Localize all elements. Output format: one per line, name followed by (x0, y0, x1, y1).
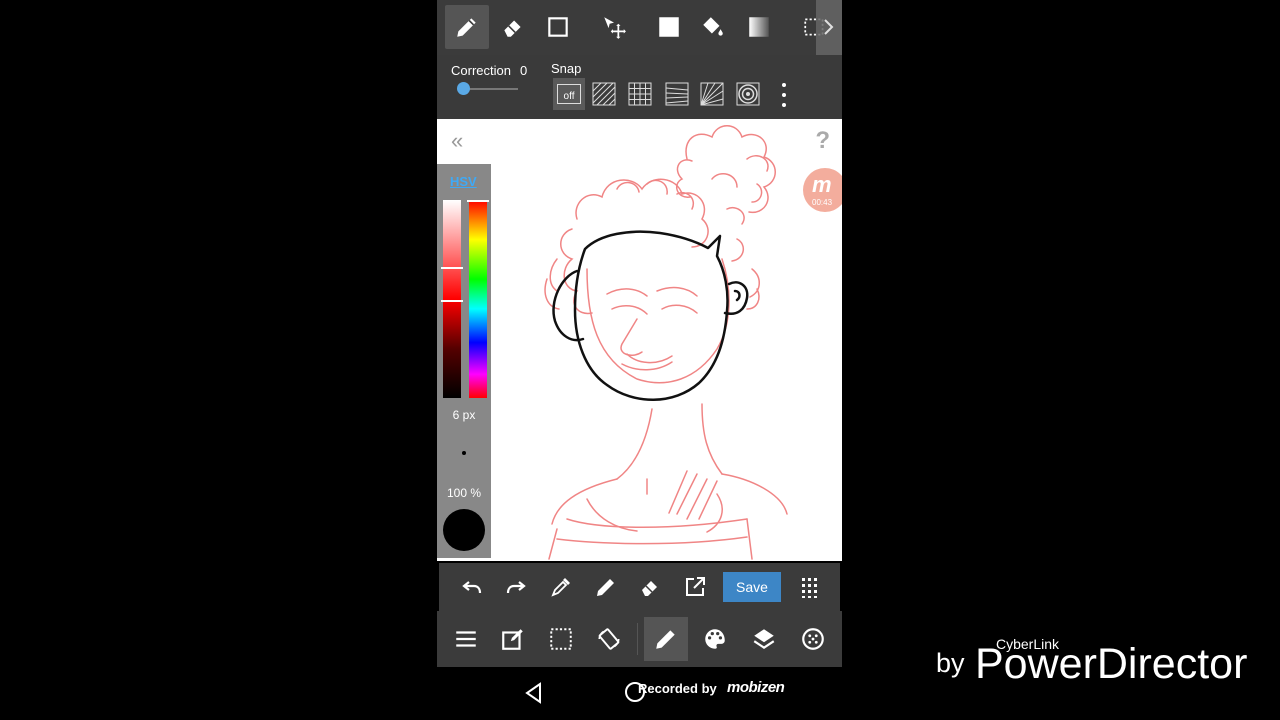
snap-perspective-button[interactable] (661, 78, 693, 110)
correction-slider-track[interactable] (463, 88, 518, 90)
pencil-icon (457, 18, 476, 37)
save-button[interactable]: Save (723, 572, 781, 602)
redo-button[interactable] (498, 569, 534, 605)
correction-value: 0 (520, 63, 528, 78)
saturation-marker[interactable] (441, 267, 463, 269)
eyedropper-button[interactable] (543, 569, 579, 605)
filled-square-icon (659, 17, 679, 37)
concentric-circles-icon (736, 82, 760, 106)
collapse-panel-button[interactable]: « (451, 130, 463, 152)
snap-concentric-button[interactable] (732, 78, 764, 110)
more-options-button[interactable] (777, 83, 791, 107)
top-toolbar (437, 0, 842, 55)
pencil-icon (656, 630, 675, 649)
paint-bucket-icon (703, 17, 723, 36)
export-button[interactable] (677, 569, 713, 605)
system-nav-bar: Recorded by mobizen (437, 667, 842, 720)
mobizen-brand: mobizen (727, 679, 785, 696)
app-screen: Correction 0 Snap off « ? m 00:43 HSV 6 … (437, 0, 842, 720)
snap-grid-button[interactable] (624, 78, 656, 110)
value-marker[interactable] (441, 300, 463, 302)
back-triangle-icon[interactable] (522, 681, 546, 705)
redo-icon (506, 581, 526, 594)
pen-tool-button[interactable] (445, 5, 489, 49)
eraser-icon (504, 20, 521, 37)
perspective-icon (665, 82, 689, 106)
opacity-label[interactable]: 100 % (437, 486, 491, 500)
brush-options-bar: Correction 0 Snap off (437, 55, 842, 119)
rotate-icon (598, 628, 620, 650)
layers-icon (753, 629, 775, 649)
hue-marker[interactable] (467, 200, 489, 202)
drawing-canvas[interactable]: « ? m 00:43 HSV 6 px 100 % (437, 119, 842, 561)
selection-button[interactable] (539, 617, 583, 661)
snap-parallel-button[interactable] (588, 78, 620, 110)
eyedropper-icon (551, 578, 570, 597)
fill-color-tool-button[interactable] (647, 5, 691, 49)
export-icon (686, 577, 705, 596)
move-icon (604, 17, 626, 39)
chevron-right-icon (824, 19, 834, 35)
materials-button[interactable] (791, 617, 835, 661)
edit-button[interactable] (491, 617, 535, 661)
snap-off-button[interactable]: off (553, 78, 585, 110)
color-panel: HSV 6 px 100 % (437, 164, 491, 558)
recorded-by-label: Recorded by (638, 681, 717, 696)
quick-action-bar: Save (439, 563, 840, 611)
eraser-tool-button[interactable] (491, 5, 535, 49)
undo-icon (462, 581, 482, 594)
selection-icon (550, 628, 572, 650)
edit-icon (502, 629, 523, 650)
hue-slider[interactable] (469, 200, 487, 398)
snap-radial-button[interactable] (696, 78, 728, 110)
toolbar-scroll-right[interactable] (816, 0, 842, 55)
gradient-icon (749, 17, 769, 37)
grid-menu-button[interactable] (791, 569, 827, 605)
grid-icon (628, 82, 652, 106)
radial-lines-icon (700, 82, 724, 106)
correction-label: Correction (451, 63, 511, 78)
recorder-badge[interactable]: m 00:43 (803, 168, 842, 212)
eraser-icon (642, 581, 657, 596)
undo-button[interactable] (454, 569, 490, 605)
rectangle-icon (548, 17, 568, 37)
dot-icon (782, 83, 786, 87)
correction-slider-knob[interactable] (457, 82, 470, 95)
help-icon[interactable]: ? (815, 127, 830, 155)
saturation-slider[interactable] (443, 200, 461, 398)
move-tool-button[interactable] (592, 5, 636, 49)
pen-button[interactable] (588, 569, 624, 605)
brush-button[interactable] (644, 617, 688, 661)
layers-button[interactable] (742, 617, 786, 661)
shape-tool-button[interactable] (536, 5, 580, 49)
watermark-product: PowerDirector (975, 640, 1248, 688)
rotate-canvas-button[interactable] (587, 617, 631, 661)
sketch-artwork (544, 125, 788, 560)
gradient-tool-button[interactable] (737, 5, 781, 49)
materials-icon (802, 628, 824, 650)
brush-size-preview (462, 451, 466, 455)
hamburger-icon (456, 631, 476, 647)
watermark-by: by (936, 648, 965, 678)
snap-label: Snap (551, 61, 582, 76)
color-button[interactable] (693, 617, 737, 661)
hsv-mode-tab[interactable]: HSV (450, 174, 477, 189)
palette-icon (705, 629, 725, 649)
dot-icon (782, 93, 786, 97)
nav-divider (637, 623, 638, 655)
menu-button[interactable] (444, 617, 488, 661)
pencil-icon (597, 579, 614, 596)
recording-time: 00:43 (812, 198, 833, 207)
grid-dots-icon (802, 578, 817, 598)
current-color-swatch[interactable] (443, 509, 485, 551)
main-nav-bar (437, 611, 842, 667)
bucket-tool-button[interactable] (691, 5, 735, 49)
parallel-lines-icon (592, 82, 616, 106)
dot-icon (782, 103, 786, 107)
brush-size-label[interactable]: 6 px (437, 408, 491, 422)
eraser-button[interactable] (632, 569, 668, 605)
snap-off-icon: off (557, 84, 581, 104)
mobizen-logo-icon: m (812, 172, 832, 197)
